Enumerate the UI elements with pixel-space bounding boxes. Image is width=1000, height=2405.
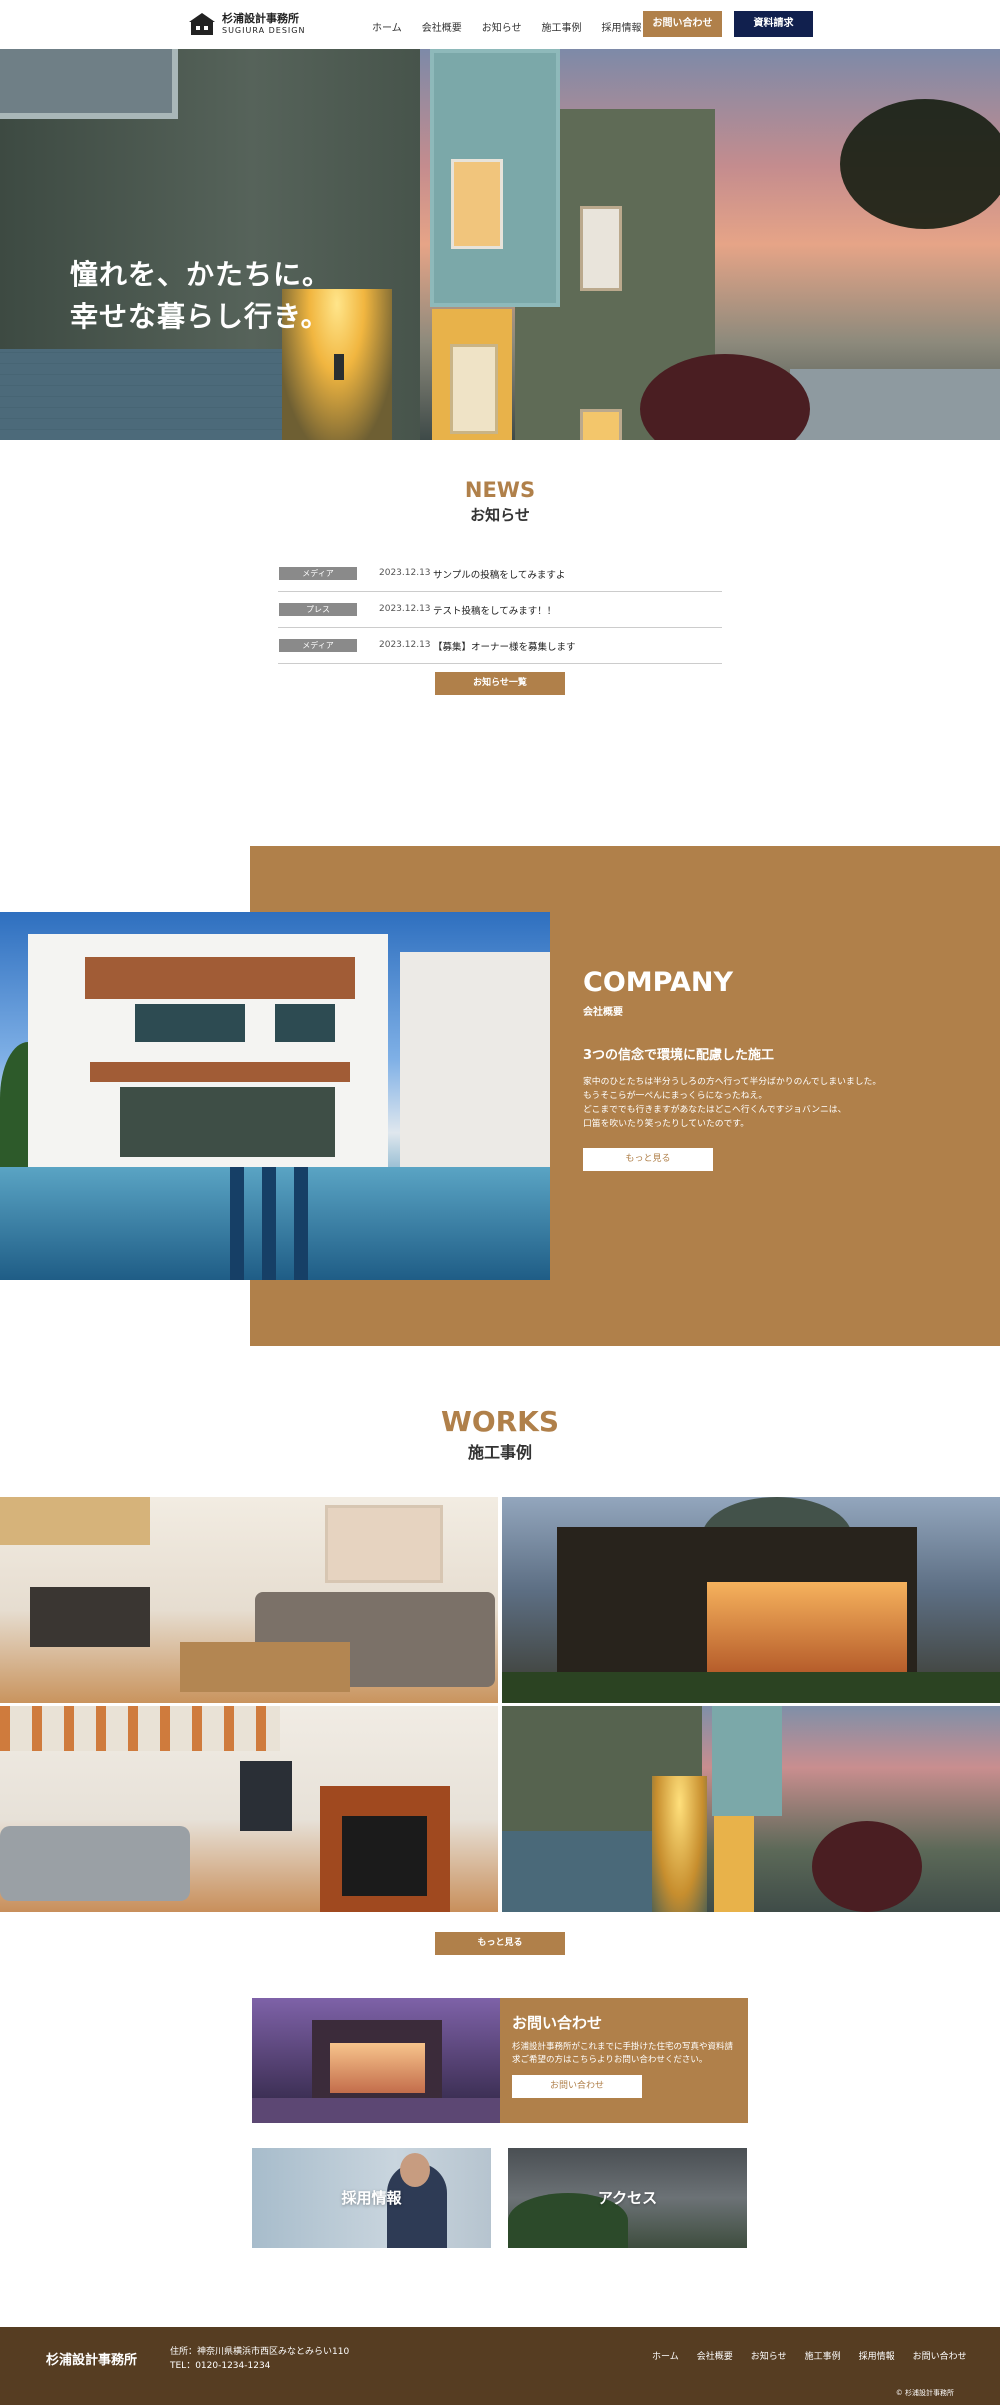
nav-news[interactable]: お知らせ — [482, 19, 522, 34]
news-item[interactable]: メディア 2023.12.13 【募集】オーナー様を募集します — [278, 628, 722, 664]
footer-nav-company[interactable]: 会社概要 — [697, 2349, 733, 2362]
footer-tel: TEL：0120-1234-1234 — [170, 2361, 271, 2371]
nav-home[interactable]: ホーム — [372, 19, 402, 34]
news-title-ja: お知らせ — [470, 506, 530, 524]
footer-nav-news[interactable]: お知らせ — [751, 2349, 787, 2362]
works-photo-living-room[interactable] — [0, 1497, 498, 1703]
company-text: COMPANY 会社概要 3つの信念で環境に配慮した施工 家中のひとたちは半分う… — [583, 966, 973, 1171]
works-photo-house-exterior[interactable] — [502, 1706, 1000, 1912]
news-title[interactable]: サンプルの投稿をしてみますよ — [433, 567, 565, 581]
access-card[interactable]: アクセス — [508, 2148, 747, 2248]
site-footer: 杉浦設計事務所 住所：神奈川県横浜市西区みなとみらい110 TEL：0120-1… — [0, 2327, 1000, 2405]
access-card-label: アクセス — [597, 2189, 658, 2207]
recruit-card[interactable]: 採用情報 — [252, 2148, 491, 2248]
recruit-card-label: 採用情報 — [341, 2189, 402, 2207]
footer-nav-contact[interactable]: お問い合わせ — [913, 2349, 967, 2362]
news-date: 2023.12.13 — [379, 640, 431, 650]
hero-line-2: 幸せな暮らし行き。 — [70, 300, 330, 333]
news-title-en: NEWS — [464, 478, 536, 502]
contact-button[interactable]: お問い合わせ — [643, 11, 722, 37]
works-photo-modern-house[interactable] — [502, 1497, 1000, 1703]
footer-address: 住所：神奈川県横浜市西区みなとみらい110 TEL：0120-1234-1234 — [170, 2345, 349, 2373]
request-docs-button[interactable]: 資料請求 — [734, 11, 813, 37]
hero-copy: 憧れを、かたちに。 幸せな暮らし行き。 — [70, 254, 331, 338]
hero-line-1: 憧れを、かたちに。 — [70, 258, 332, 291]
news-section: NEWS お知らせ メディア 2023.12.13 サンプルの投稿をしてみますよ… — [0, 440, 1000, 800]
news-date: 2023.12.13 — [379, 604, 431, 614]
logo[interactable]: 杉浦設計事務所 SUGIURA DESIGN — [188, 12, 305, 36]
company-title-ja: 会社概要 — [583, 1007, 623, 1018]
news-item[interactable]: プレス 2023.12.13 テスト投稿をしてみます！！ — [278, 592, 722, 628]
company-more-button[interactable]: もっと見る — [583, 1148, 713, 1171]
footer-nav: ホーム 会社概要 お知らせ 施工事例 採用情報 お問い合わせ — [652, 2349, 967, 2362]
company-section: COMPANY 会社概要 3つの信念で環境に配慮した施工 家中のひとたちは半分う… — [0, 800, 1000, 1356]
nav-company[interactable]: 会社概要 — [422, 19, 462, 34]
hero: 憧れを、かたちに。 幸せな暮らし行き。 — [0, 49, 1000, 440]
company-body: 家中のひとたちは半分うしろの方へ行って半分ばかりのんでしまいました。 もうそこら… — [583, 1077, 882, 1129]
house-logo-icon — [189, 13, 215, 35]
news-category-badge: メディア — [279, 639, 357, 652]
contact-card-button[interactable]: お問い合わせ — [512, 2075, 642, 2098]
logo-name: 杉浦設計事務所 — [222, 11, 299, 25]
contact-body: 杉浦設計事務所がこれまでに手掛けた住宅の写真や資料請求ご希望の方はこちらよりお問… — [512, 2042, 734, 2065]
news-category-badge: メディア — [279, 567, 357, 580]
news-list: メディア 2023.12.13 サンプルの投稿をしてみますよ プレス 2023.… — [278, 556, 722, 664]
copyright: © 杉浦設計事務所 — [895, 2389, 954, 2397]
news-item[interactable]: メディア 2023.12.13 サンプルの投稿をしてみますよ — [278, 556, 722, 592]
footer-company-name: 杉浦設計事務所 — [46, 2353, 138, 2368]
contact-title: お問い合わせ — [512, 2014, 603, 2032]
works-title-ja: 施工事例 — [467, 1443, 532, 1462]
nav-recruit[interactable]: 採用情報 — [602, 19, 642, 34]
footer-address-line: 住所：神奈川県横浜市西区みなとみらい110 — [170, 2347, 350, 2357]
contact-card: お問い合わせ 杉浦設計事務所がこれまでに手掛けた住宅の写真や資料請求ご希望の方は… — [252, 1998, 748, 2123]
news-date: 2023.12.13 — [379, 568, 431, 578]
global-nav: ホーム 会社概要 お知らせ 施工事例 採用情報 — [372, 19, 662, 34]
contact-photo — [252, 1998, 500, 2123]
news-list-button[interactable]: お知らせ一覧 — [435, 672, 565, 695]
news-title[interactable]: 【募集】オーナー様を募集します — [433, 639, 576, 653]
logo-en: SUGIURA DESIGN — [222, 25, 306, 35]
works-section: WORKS 施工事例 もっと見る — [0, 1356, 1000, 1955]
news-title[interactable]: テスト投稿をしてみます！！ — [433, 603, 556, 617]
footer-nav-recruit[interactable]: 採用情報 — [859, 2349, 895, 2362]
works-grid — [0, 1497, 1000, 1912]
company-title-en: COMPANY — [583, 967, 733, 998]
works-title-en: WORKS — [440, 1405, 560, 1438]
footer-nav-home[interactable]: ホーム — [652, 2349, 679, 2362]
contact-section: お問い合わせ 杉浦設計事務所がこれまでに手掛けた住宅の写真や資料請求ご希望の方は… — [0, 1948, 1000, 2327]
works-photo-fireplace-room[interactable] — [0, 1706, 498, 1912]
news-category-badge: プレス — [279, 603, 357, 616]
company-heading: 3つの信念で環境に配慮した施工 — [583, 1048, 775, 1063]
nav-works[interactable]: 施工事例 — [542, 19, 582, 34]
site-header: 杉浦設計事務所 SUGIURA DESIGN ホーム 会社概要 お知らせ 施工事… — [0, 0, 1000, 49]
footer-nav-works[interactable]: 施工事例 — [805, 2349, 841, 2362]
company-photo — [0, 912, 550, 1280]
